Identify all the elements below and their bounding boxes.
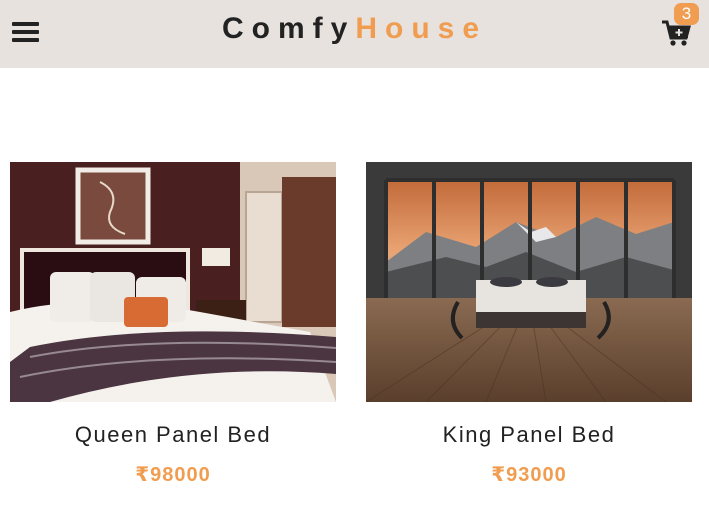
product-image[interactable] bbox=[366, 162, 692, 402]
cart-count-badge: 3 bbox=[674, 3, 699, 25]
site-logo[interactable]: ComfyHouse bbox=[0, 0, 709, 58]
product-card[interactable]: King Panel Bed ₹93000 bbox=[366, 162, 692, 486]
product-image[interactable] bbox=[10, 162, 336, 402]
logo-part-1: Comfy bbox=[221, 12, 356, 45]
logo-part-2: House bbox=[355, 12, 488, 45]
product-title: Queen Panel Bed bbox=[74, 422, 272, 447]
navbar: ComfyHouse 3 bbox=[0, 0, 709, 68]
product-card[interactable]: Queen Panel Bed ₹98000 bbox=[10, 162, 336, 486]
product-title: King Panel Bed bbox=[442, 422, 616, 447]
product-price: ₹93000 bbox=[491, 464, 567, 486]
product-price: ₹98000 bbox=[135, 464, 211, 486]
